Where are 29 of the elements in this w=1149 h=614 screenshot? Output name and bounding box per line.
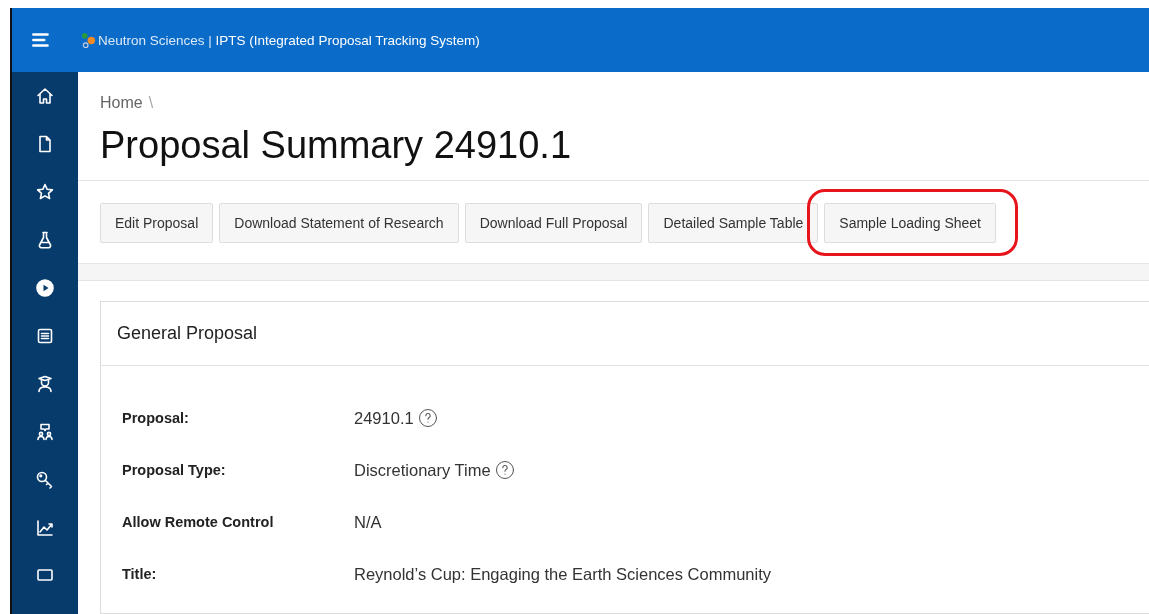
logo-icon	[80, 31, 96, 49]
star-icon[interactable]	[35, 182, 55, 202]
app-title[interactable]: Neutron Sciences | IPTS (Integrated Proposal Tracking System)	[98, 32, 480, 48]
toolbar-button[interactable]: Download Statement of Research	[219, 203, 459, 243]
people-icon[interactable]	[35, 422, 55, 442]
field-label: Proposal Type:	[122, 462, 227, 478]
field-value: Discretionary Time	[354, 460, 491, 480]
chart-icon[interactable]	[35, 518, 55, 538]
field-value: Reynold’s Cup: Engaging the Earth Sciences Community	[354, 564, 771, 584]
help-icon[interactable]	[417, 408, 438, 428]
breadcrumb-link[interactable]: Home	[100, 94, 143, 112]
field-label: Title:	[122, 566, 158, 582]
toolbar-button[interactable]: Detailed Sample Table	[648, 203, 819, 243]
field-label: Allow Remote Control	[122, 514, 275, 530]
toolbar-button[interactable]: Sample Loading Sheet	[824, 203, 996, 243]
key-icon[interactable]	[35, 470, 55, 490]
list-icon[interactable]	[35, 326, 55, 346]
field-value: 24910.1	[354, 408, 414, 428]
field-value: N/A	[354, 512, 382, 532]
card-title: General Proposal	[117, 323, 258, 344]
graduate-icon[interactable]	[35, 374, 55, 394]
toolbar-button[interactable]: Download Full Proposal	[464, 203, 643, 243]
field-label: Proposal:	[122, 410, 190, 426]
page-title: Proposal Summary 24910.1	[100, 124, 573, 168]
breadcrumb-separator: \	[148, 94, 154, 112]
toolbar-button[interactable]: Edit Proposal	[100, 203, 214, 243]
home-icon[interactable]	[35, 86, 55, 106]
play-icon[interactable]	[35, 278, 55, 298]
help-icon[interactable]	[494, 460, 515, 480]
